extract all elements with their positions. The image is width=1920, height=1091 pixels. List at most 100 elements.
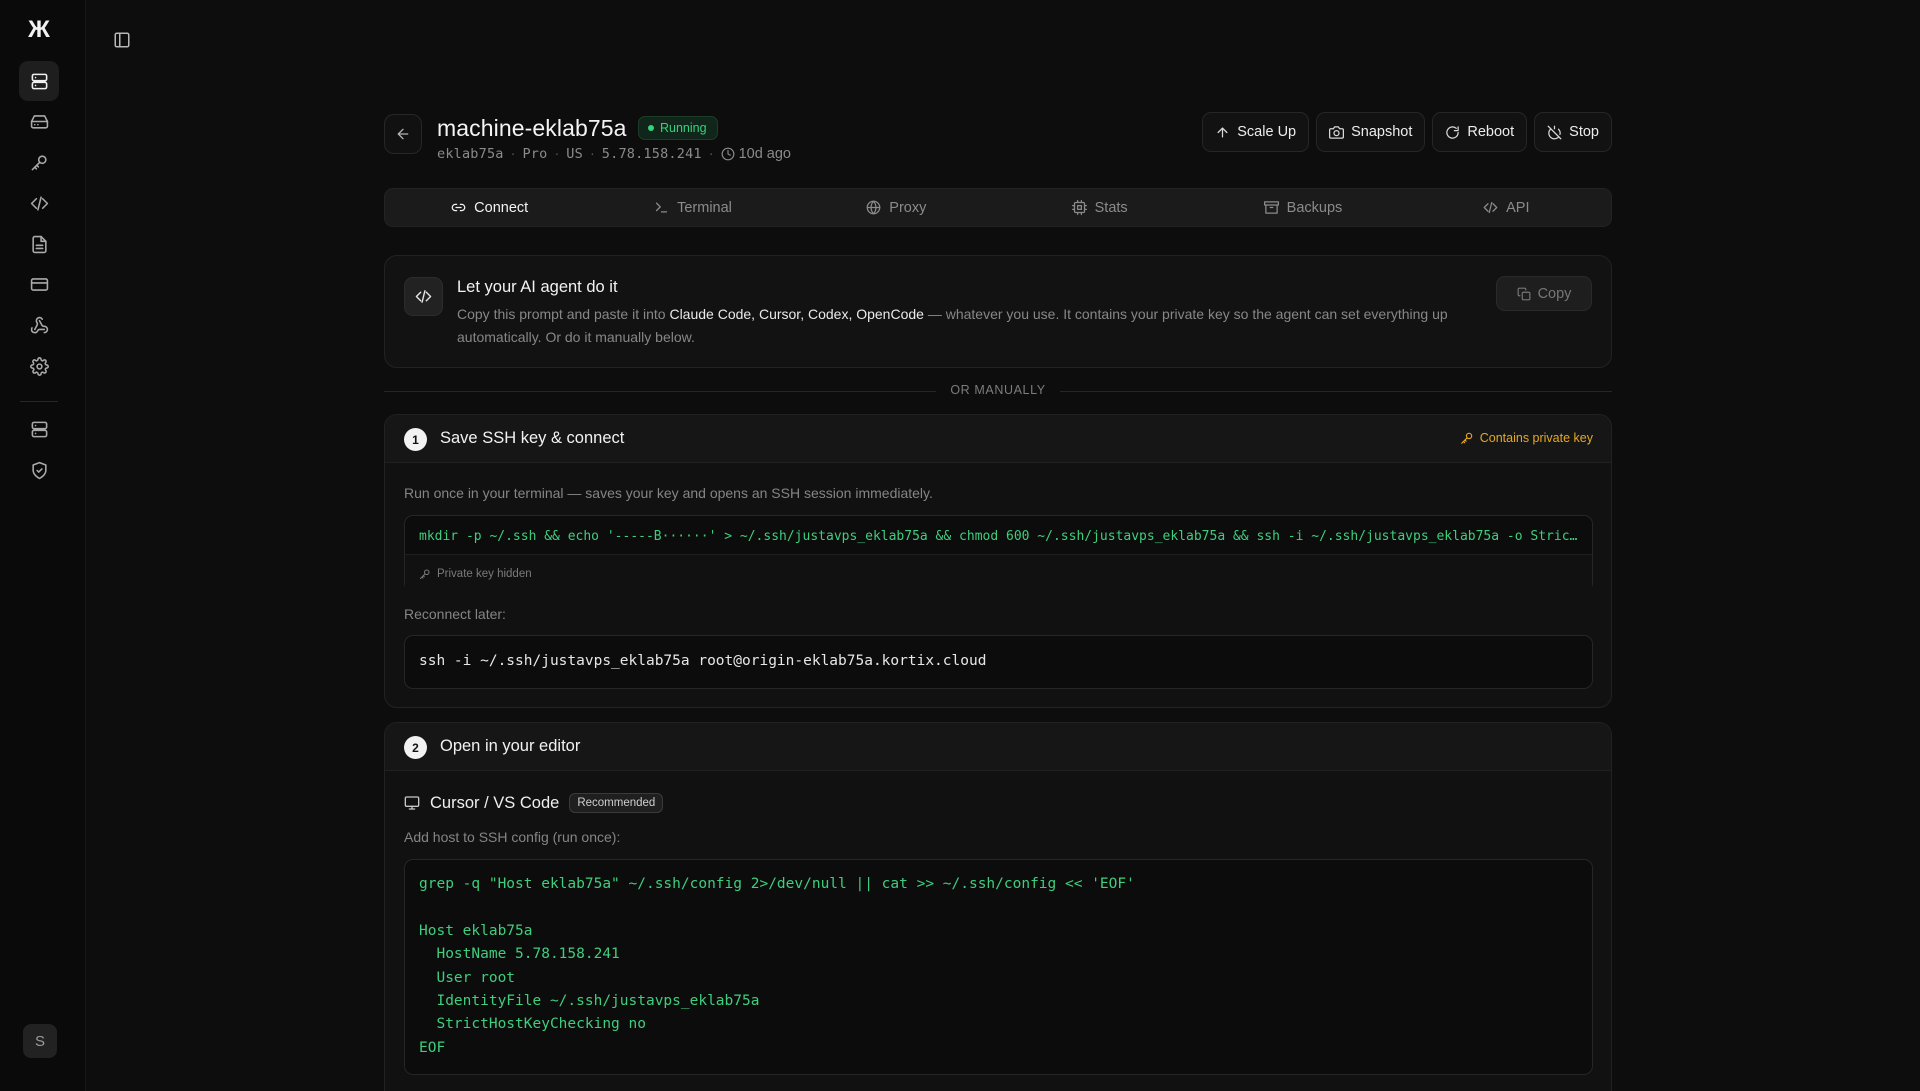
- machine-region: US: [566, 146, 583, 162]
- back-button[interactable]: [384, 114, 422, 154]
- tab-backups[interactable]: Backups: [1201, 192, 1404, 223]
- page-title: machine-eklab75a: [437, 115, 627, 141]
- shield-check-icon[interactable]: [19, 450, 59, 490]
- ssh-config-block[interactable]: grep -q "Host eklab75a" ~/.ssh/config 2>…: [404, 859, 1593, 1075]
- sidebar-toggle-icon[interactable]: [110, 28, 134, 52]
- machine-header: machine-eklab75a Running eklab75a · Pro …: [384, 112, 1612, 164]
- meta-separator: ·: [589, 146, 595, 162]
- key-icon: [1460, 432, 1472, 444]
- private-key-warning: Contains private key: [1460, 431, 1593, 445]
- reboot-button[interactable]: Reboot: [1432, 112, 1528, 152]
- code-icon: [1483, 201, 1498, 214]
- machine-meta: eklab75a · Pro · US · 5.78.158.241 · 10d…: [437, 146, 791, 162]
- tab-stats[interactable]: Stats: [998, 192, 1201, 223]
- power-off-icon: [1547, 125, 1562, 139]
- step-title: Open in your editor: [440, 737, 581, 755]
- reconnect-command-block[interactable]: ssh -i ~/.ssh/justavps_eklab75a root@ori…: [404, 635, 1593, 689]
- step-header: 1 Save SSH key & connect Contains privat…: [385, 415, 1611, 463]
- ai-desc-tools: Claude Code, Cursor, Codex, OpenCode: [669, 306, 924, 322]
- monitor-icon: [404, 796, 420, 810]
- copy-icon: [1517, 287, 1530, 300]
- app-rail: Ж S: [0, 0, 86, 1091]
- stop-button[interactable]: Stop: [1534, 112, 1612, 152]
- ai-card-title: Let your AI agent do it: [457, 278, 618, 296]
- ai-card-description: Copy this prompt and paste it into Claud…: [457, 303, 1477, 349]
- machine-age: 10d ago: [738, 146, 791, 162]
- machine-ip[interactable]: 5.78.158.241: [602, 146, 702, 162]
- drive-icon[interactable]: [19, 101, 59, 141]
- snapshot-label: Snapshot: [1351, 124, 1413, 140]
- tab-label: Terminal: [677, 199, 732, 216]
- archive-icon: [1263, 201, 1279, 214]
- rail-divider: [20, 401, 58, 402]
- terminal-icon: [655, 202, 668, 213]
- code-line: EOF: [419, 1039, 446, 1056]
- step-number: 1: [404, 428, 427, 451]
- meta-separator: ·: [554, 146, 560, 162]
- meta-separator: ·: [510, 146, 516, 162]
- gear-icon[interactable]: [19, 346, 59, 386]
- machine-id: eklab75a: [437, 146, 504, 162]
- camera-icon: [1329, 125, 1345, 139]
- step-description: Run once in your terminal — saves your k…: [404, 485, 933, 501]
- reconnect-label: Reconnect later:: [404, 606, 506, 622]
- document-icon[interactable]: [19, 224, 59, 264]
- ssh-command-block[interactable]: mkdir -p ~/.ssh && echo '-----B······' >…: [404, 515, 1593, 592]
- code-line: grep -q "Host eklab75a" ~/.ssh/config 2>…: [419, 876, 1135, 892]
- copy-label: Copy: [1537, 285, 1572, 302]
- key-icon: [420, 569, 430, 579]
- webhook-icon[interactable]: [19, 305, 59, 345]
- tab-label: API: [1506, 199, 1530, 216]
- ai-agent-card: Let your AI agent do it Copy this prompt…: [384, 255, 1612, 368]
- hidden-note-label: Private key hidden: [437, 567, 532, 580]
- servers-icon-2[interactable]: [19, 409, 59, 449]
- recommended-badge: Recommended: [569, 793, 664, 813]
- machine-plan: Pro: [522, 146, 548, 162]
- tab-api[interactable]: API: [1405, 192, 1608, 223]
- private-note-label: Contains private key: [1479, 431, 1593, 445]
- ai-desc-prefix: Copy this prompt and paste it into: [457, 306, 670, 322]
- step-number: 2: [404, 736, 427, 759]
- ssh-command[interactable]: mkdir -p ~/.ssh && echo '-----B······' >…: [419, 529, 1579, 544]
- code-line: IdentityFile ~/.ssh/justavps_eklab75a: [419, 993, 760, 1010]
- tab-proxy[interactable]: Proxy: [795, 192, 998, 223]
- scale-up-button[interactable]: Scale Up: [1202, 112, 1310, 152]
- arrow-left-icon: [397, 128, 409, 140]
- tab-connect[interactable]: Connect: [388, 192, 591, 223]
- link-icon: [451, 203, 466, 212]
- ssh-config-code[interactable]: grep -q "Host eklab75a" ~/.ssh/config 2>…: [419, 873, 1135, 1060]
- user-avatar[interactable]: S: [23, 1024, 57, 1058]
- code-line: Host eklab75a: [419, 922, 533, 939]
- tab-label: Backups: [1286, 199, 1343, 216]
- status-badge: Running: [638, 116, 718, 140]
- cpu-icon: [1071, 200, 1087, 215]
- stop-label: Stop: [1569, 124, 1599, 140]
- editor-heading: Cursor / VS Code Recommended: [404, 793, 664, 813]
- private-key-hidden-note: Private key hidden: [405, 554, 1592, 592]
- machine-tabs: Connect Terminal Proxy Stats Backups API: [384, 188, 1612, 227]
- code-icon: [404, 277, 443, 316]
- credit-card-icon[interactable]: [19, 264, 59, 304]
- code-line: StrictHostKeyChecking no: [419, 1016, 646, 1033]
- code-line: HostName 5.78.158.241: [419, 946, 620, 963]
- code-icon[interactable]: [19, 183, 59, 223]
- key-icon[interactable]: [19, 142, 59, 182]
- globe-icon: [866, 200, 881, 215]
- clock-icon: [721, 147, 734, 161]
- reconnect-command[interactable]: ssh -i ~/.ssh/justavps_eklab75a root@ori…: [419, 653, 986, 669]
- snapshot-button[interactable]: Snapshot: [1316, 112, 1426, 152]
- step-open-in-editor: 2 Open in your editor Cursor / VS Code R…: [384, 722, 1612, 1091]
- step-title: Save SSH key & connect: [440, 429, 625, 447]
- arrow-up-icon: [1217, 127, 1228, 137]
- code-line: User root: [419, 969, 516, 986]
- servers-icon[interactable]: [19, 61, 59, 101]
- divider-label: OR MANUALLY: [936, 383, 1060, 397]
- tab-label: Connect: [474, 199, 529, 216]
- scale-up-label: Scale Up: [1237, 124, 1297, 140]
- step-header: 2 Open in your editor: [385, 723, 1611, 771]
- app-logo[interactable]: Ж: [23, 16, 55, 44]
- copy-prompt-button[interactable]: Copy: [1496, 276, 1592, 311]
- tab-terminal[interactable]: Terminal: [591, 192, 794, 223]
- step-save-ssh-key: 1 Save SSH key & connect Contains privat…: [384, 414, 1612, 708]
